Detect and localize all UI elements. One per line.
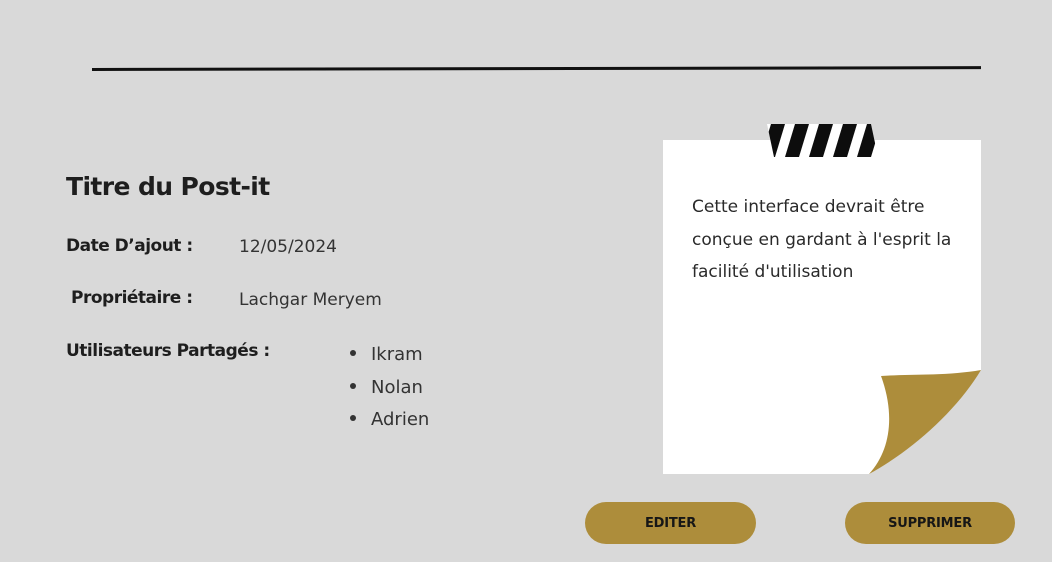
date-value: 12/05/2024 [239, 237, 337, 257]
list-item: Adrien [350, 404, 429, 437]
edit-button[interactable]: EDITER [585, 502, 756, 544]
sticky-note: Cette interface devrait être conçue en g… [663, 140, 981, 474]
date-label: Date D’ajout : [66, 236, 193, 256]
owner-label: Propriétaire : [71, 288, 193, 308]
list-item: Nolan [350, 372, 429, 405]
shared-user-name: Ikram [371, 344, 423, 365]
bullet-dot-icon [350, 382, 356, 389]
header-divider [91, 66, 982, 71]
shared-users-list: Ikram Nolan Adrien [350, 339, 429, 437]
shared-user-name: Nolan [371, 376, 423, 398]
list-item: Ikram [350, 339, 429, 372]
delete-button[interactable]: SUPPRIMER [845, 502, 1015, 544]
postit-title: Titre du Post-it [66, 172, 270, 201]
bullet-dot-icon [350, 350, 356, 356]
owner-value: Lachgar Meryem [239, 290, 382, 310]
striped-tape-icon [767, 124, 878, 157]
note-text: Cette interface devrait être conçue en g… [692, 197, 952, 282]
shared-users-label: Utilisateurs Partagés : [66, 341, 270, 361]
bullet-dot-icon [350, 415, 356, 421]
page-curl-icon [869, 370, 981, 474]
shared-user-name: Adrien [371, 409, 430, 430]
